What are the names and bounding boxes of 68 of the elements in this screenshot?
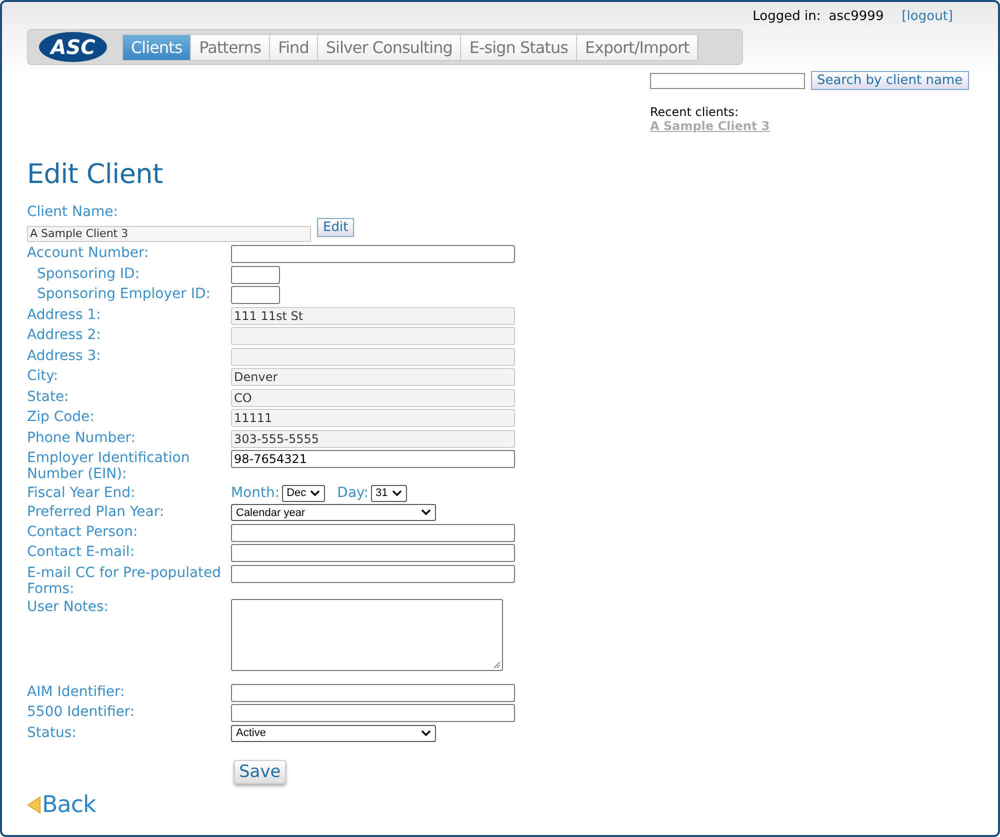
- dropdown[interactable]: Calendar year: [231, 504, 436, 521]
- username: asc9999: [828, 9, 884, 26]
- text-field[interactable]: [231, 544, 515, 562]
- field-label: Sponsoring Employer ID:: [36, 286, 212, 304]
- text-field[interactable]: [231, 524, 515, 542]
- nav-tab[interactable]: Find: [270, 34, 318, 60]
- recent-clients-label: Recent clients:: [650, 105, 740, 119]
- nav-tab[interactable]: Patterns: [191, 34, 270, 60]
- field-label: Fiscal Year End:: [27, 484, 136, 502]
- logged-in-label: Logged in:: [752, 9, 821, 26]
- readonly-field[interactable]: [231, 348, 515, 366]
- edit-button[interactable]: Edit: [317, 218, 354, 237]
- field-label: Phone Number:: [27, 430, 137, 448]
- field-label: Address 1:: [27, 306, 102, 324]
- readonly-field[interactable]: A Sample Client 3: [27, 226, 311, 242]
- caret-icon: [421, 509, 431, 516]
- month-dropdown[interactable]: Dec: [282, 484, 326, 502]
- field-label: Preferred Plan Year:: [27, 504, 166, 521]
- field-label: Client Name:: [27, 204, 119, 220]
- readonly-field[interactable]: CO: [231, 388, 515, 406]
- field-label: Contact Person:: [27, 524, 139, 542]
- field-label: Address 3:: [27, 348, 102, 366]
- day-label: Day:: [337, 485, 369, 501]
- page-title: Edit Client: [27, 159, 164, 190]
- back-arrow-icon: [27, 796, 41, 814]
- field-label: Account Number:: [27, 245, 150, 263]
- readonly-field[interactable]: Denver: [231, 368, 515, 386]
- text-field[interactable]: [231, 286, 280, 304]
- text-field[interactable]: [231, 245, 515, 263]
- nav-tab[interactable]: Silver Consulting: [318, 34, 462, 60]
- nav-tab[interactable]: E-sign Status: [461, 34, 577, 60]
- field-label: Status:: [27, 724, 78, 742]
- field-label: User Notes:: [27, 599, 110, 617]
- nav-tab[interactable]: Clients: [123, 34, 192, 60]
- field-label: 5500 Identifier:: [27, 704, 136, 722]
- back-link[interactable]: Back: [27, 792, 96, 818]
- field-label: Sponsoring ID:: [36, 266, 141, 284]
- field-label: Contact E-mail:: [27, 544, 136, 562]
- field-label: Employer Identification Number (EIN):: [27, 450, 191, 482]
- save-button[interactable]: Save: [234, 760, 286, 784]
- text-field[interactable]: 98-7654321: [231, 450, 515, 468]
- field-label: Address 2:: [27, 327, 102, 345]
- search-field[interactable]: [650, 72, 805, 88]
- field-label: City:: [27, 368, 60, 386]
- notes-textarea[interactable]: [231, 599, 503, 671]
- text-field[interactable]: [231, 684, 515, 702]
- month-label: Month:: [231, 485, 280, 501]
- readonly-field[interactable]: 11111: [231, 409, 515, 427]
- text-field[interactable]: [231, 266, 280, 284]
- field-label: Zip Code:: [27, 409, 96, 427]
- field-label: State:: [27, 388, 70, 406]
- readonly-field[interactable]: [231, 327, 515, 345]
- caret-icon: [421, 730, 431, 736]
- field-label: AIM Identifier:: [27, 684, 126, 702]
- resize-grip-icon: [493, 661, 501, 669]
- caret-icon: [310, 490, 320, 496]
- day-dropdown[interactable]: 31: [370, 484, 407, 502]
- readonly-field[interactable]: 303-555-5555: [231, 430, 515, 448]
- logo: ASC: [38, 31, 108, 63]
- nav-tab[interactable]: Export/Import: [576, 34, 698, 60]
- search-button[interactable]: Search by client name: [811, 71, 969, 90]
- text-field[interactable]: [231, 564, 515, 582]
- dropdown[interactable]: Active: [231, 724, 436, 742]
- field-label: E-mail CC for Pre-populated Forms:: [27, 564, 222, 596]
- logout-link[interactable]: [logout]: [902, 9, 953, 27]
- text-field[interactable]: [231, 704, 515, 722]
- caret-icon: [392, 490, 402, 496]
- readonly-field[interactable]: 111 11st St: [231, 306, 515, 324]
